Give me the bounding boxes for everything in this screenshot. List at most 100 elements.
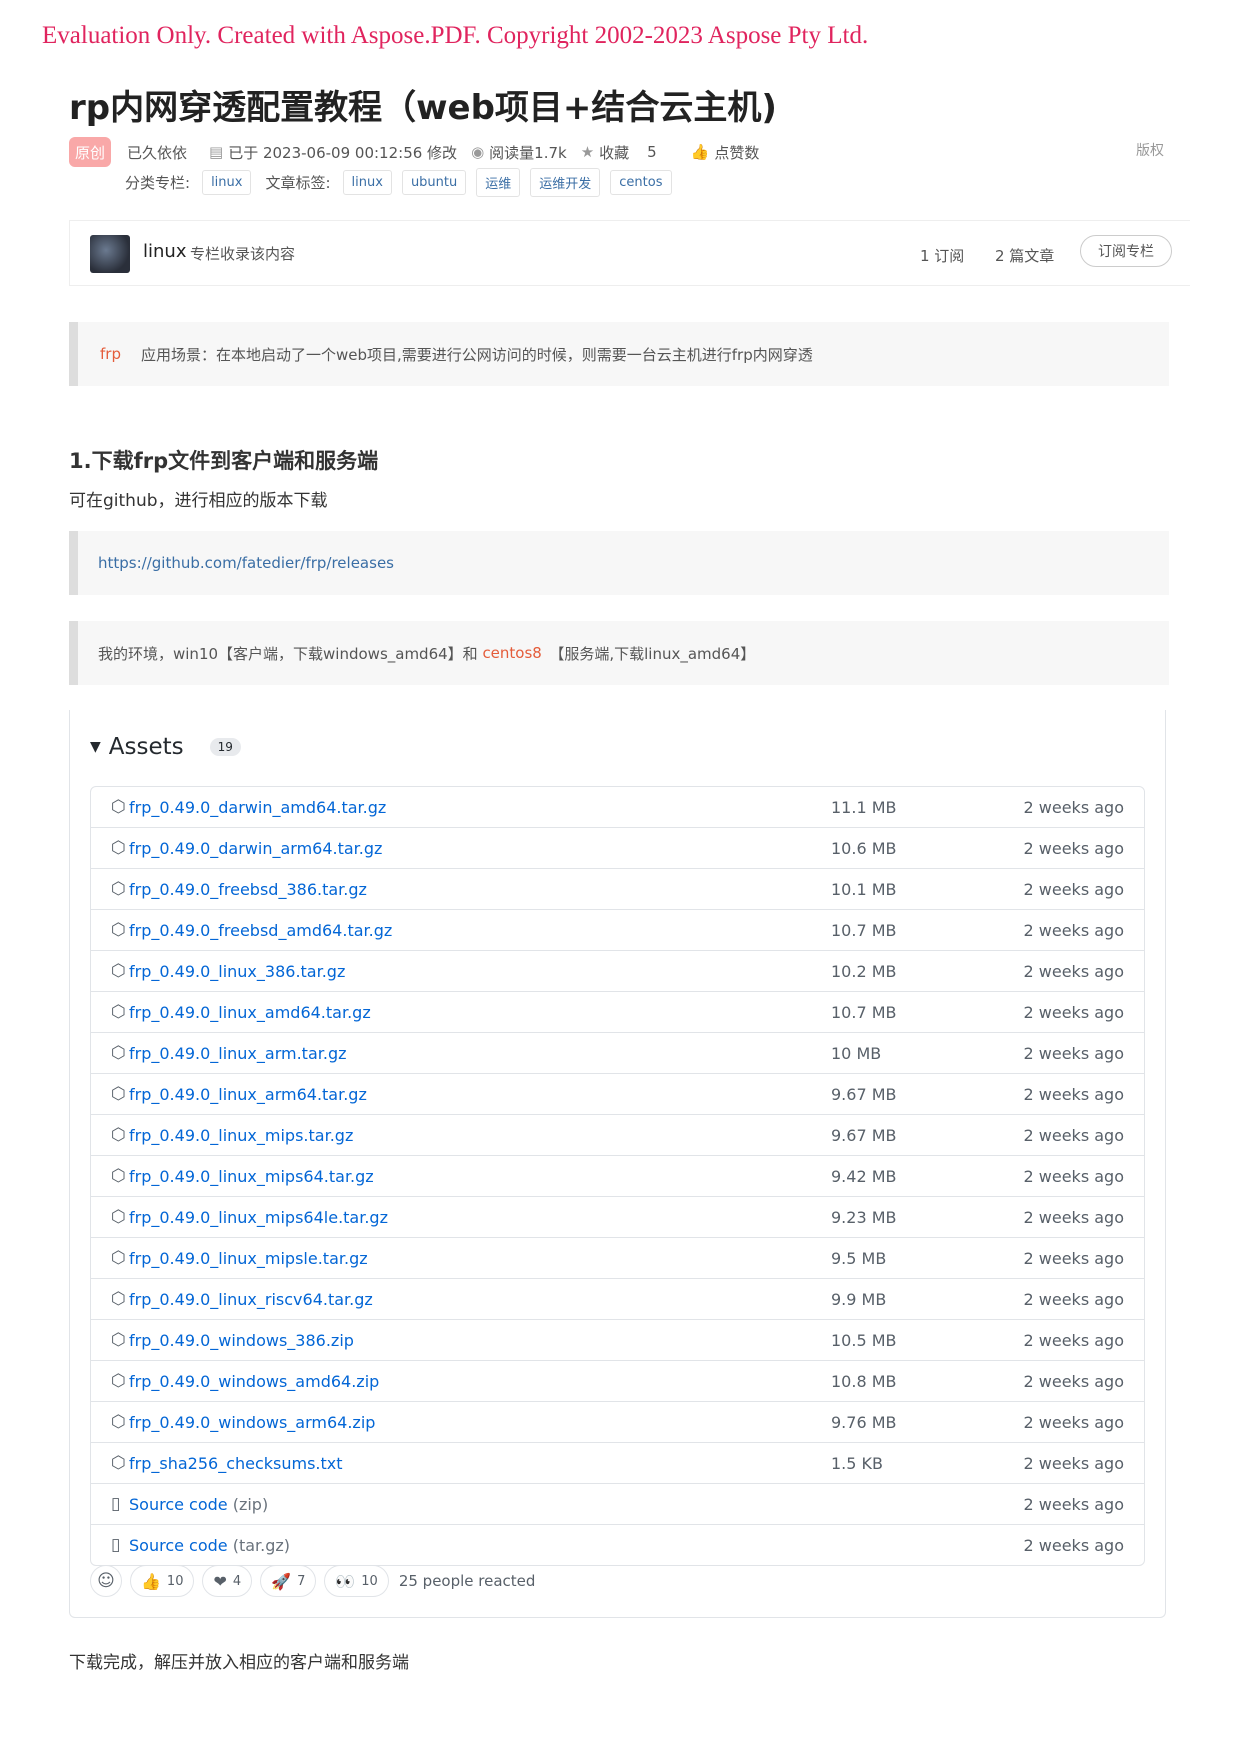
asset-row: ⬡ frp_0.49.0_linux_arm64.tar.gz 9.67 MB 2 w… <box>91 1074 1144 1115</box>
read-count: ◉ 阅读量1.7k <box>471 142 567 163</box>
package-icon: ⬡ <box>111 1043 126 1063</box>
package-icon: ⬡ <box>111 1207 126 1227</box>
column-articles: 2 篇文章 <box>995 247 1055 265</box>
column-name[interactable]: linux <box>143 241 186 262</box>
asset-file-link[interactable]: frp_sha256_checksums.txt <box>129 1454 343 1473</box>
category-tag[interactable]: linux <box>202 170 252 195</box>
asset-date: 2 weeks ago <box>1023 1167 1124 1186</box>
env-text-after: 【服务端,下载linux_amd64】 <box>541 644 756 663</box>
favorite-label: 收藏 <box>599 143 630 162</box>
asset-size: 9.67 MB <box>831 1126 897 1145</box>
asset-size: 10.1 MB <box>831 880 897 899</box>
env-centos-highlight: centos8 <box>482 644 542 662</box>
reaction-button[interactable]: 👍 10 <box>130 1565 195 1597</box>
source-code-ext: (zip) <box>232 1495 269 1514</box>
env-text-before: 我的环境，win10【客户端，下载windows_amd64】和 <box>98 644 483 663</box>
asset-file-link[interactable]: frp_0.49.0_freebsd_amd64.tar.gz <box>129 921 392 940</box>
asset-file-link[interactable]: frp_0.49.0_linux_arm.tar.gz <box>129 1044 347 1063</box>
package-icon: ⬡ <box>111 1453 126 1473</box>
assets-screenshot: ▼ Assets 19 ⬡ frp_0.49.0_darwin_amd64.tar… <box>69 710 1166 1618</box>
asset-size: 9.5 MB <box>831 1249 887 1268</box>
environment-quote: 我的环境，win10【客户端，下载windows_amd64】和 centos8… <box>69 621 1169 685</box>
tag-ops[interactable]: 运维 <box>476 168 521 197</box>
add-reaction-button[interactable]: ☺ <box>90 1565 122 1597</box>
like-button[interactable]: 👍 点赞数 <box>691 142 760 163</box>
favorite-count: 5 <box>647 143 657 161</box>
asset-size: 9.67 MB <box>831 1085 897 1104</box>
tag-centos[interactable]: centos <box>610 170 672 195</box>
reaction-count: 10 <box>361 1573 378 1589</box>
subscribe-column-button[interactable]: 订阅专栏 <box>1080 235 1172 267</box>
tag-ubuntu[interactable]: ubuntu <box>401 170 467 195</box>
asset-file-link[interactable]: frp_0.49.0_linux_mips64.tar.gz <box>129 1167 374 1186</box>
asset-date: 2 weeks ago <box>1023 921 1124 940</box>
asset-file-link[interactable]: frp_0.49.0_windows_amd64.zip <box>129 1372 379 1391</box>
eyes-icon: 👀 <box>335 1571 356 1591</box>
asset-date: 2 weeks ago <box>1023 1085 1124 1104</box>
package-icon: ⬡ <box>111 1125 126 1145</box>
asset-file-link[interactable]: frp_0.49.0_darwin_arm64.tar.gz <box>129 839 382 858</box>
package-icon: ⬡ <box>111 1330 126 1350</box>
asset-file-link[interactable]: frp_0.49.0_windows_arm64.zip <box>129 1413 375 1432</box>
article-tags: 分类专栏: linux 文章标签: linux ubuntu 运维 运维开发 c… <box>125 168 682 197</box>
source-code-label: Source code <box>129 1536 228 1555</box>
source-code-link[interactable]: Source code (tar.gz) <box>129 1536 290 1555</box>
column-avatar[interactable] <box>90 235 130 273</box>
reactions-bar: ☺ 👍 10 ❤ 4 🚀 7 👀 10 25 people reacted <box>90 1565 535 1597</box>
asset-file-link[interactable]: frp_0.49.0_darwin_amd64.tar.gz <box>129 798 386 817</box>
scenario-quote: frp 应用场景：在本地启动了一个web项目,需要进行公网访问的时候，则需要一台… <box>69 322 1169 386</box>
asset-file-link[interactable]: frp_0.49.0_linux_amd64.tar.gz <box>129 1003 371 1022</box>
reaction-button[interactable]: 🚀 7 <box>260 1565 317 1597</box>
author-name[interactable]: 已久依依 <box>127 142 187 163</box>
asset-row: ⬡ frp_0.49.0_windows_amd64.zip 10.8 MB 2 we… <box>91 1361 1144 1402</box>
source-code-link[interactable]: Source code (zip) <box>129 1495 268 1514</box>
page-title: rp内网穿透配置教程（web项目+结合云主机) <box>69 88 777 128</box>
asset-row: ⬡ frp_0.49.0_darwin_amd64.tar.gz 11.1 MB 2 … <box>91 787 1144 828</box>
caret-down-icon: ▼ <box>90 739 101 755</box>
source-row: ▯ Source code (zip) 2 weeks ago <box>91 1484 1144 1525</box>
asset-file-link[interactable]: frp_0.49.0_linux_386.tar.gz <box>129 962 345 981</box>
asset-size: 9.76 MB <box>831 1413 897 1432</box>
reaction-count: 7 <box>297 1573 306 1589</box>
asset-file-link[interactable]: frp_0.49.0_linux_mipsle.tar.gz <box>129 1249 368 1268</box>
package-icon: ⬡ <box>111 1002 126 1022</box>
asset-date: 2 weeks ago <box>1023 1413 1124 1432</box>
package-icon: ⬡ <box>111 1289 126 1309</box>
asset-date: 2 weeks ago <box>1023 1536 1124 1555</box>
scenario-text: 应用场景：在本地启动了一个web项目,需要进行公网访问的时候，则需要一台云主机进… <box>140 345 813 364</box>
thumbs-up-icon: 👍 <box>141 1571 161 1591</box>
calendar-icon: ▤ <box>209 143 224 161</box>
asset-file-link[interactable]: frp_0.49.0_linux_arm64.tar.gz <box>129 1085 367 1104</box>
watermark: Evaluation Only. Created with Aspose.PDF… <box>42 22 869 49</box>
asset-file-link[interactable]: frp_0.49.0_windows_386.zip <box>129 1331 354 1350</box>
assets-title: Assets <box>108 734 184 760</box>
reaction-button[interactable]: 👀 10 <box>324 1565 389 1597</box>
asset-size: 10.6 MB <box>831 839 897 858</box>
package-icon: ⬡ <box>111 879 126 899</box>
asset-file-link[interactable]: frp_0.49.0_freebsd_386.tar.gz <box>129 880 367 899</box>
asset-file-link[interactable]: frp_0.49.0_linux_riscv64.tar.gz <box>129 1290 373 1309</box>
asset-size: 9.23 MB <box>831 1208 897 1227</box>
thumbs-up-icon: 👍 <box>690 143 710 161</box>
asset-row: ⬡ frp_0.49.0_windows_arm64.zip 9.76 MB 2 we… <box>91 1402 1144 1443</box>
favorite-button[interactable]: ★ 收藏 5 <box>581 142 657 163</box>
asset-size: 1.5 KB <box>831 1454 883 1473</box>
copyright-link[interactable]: 版权 <box>1136 140 1164 160</box>
asset-size: 10.5 MB <box>831 1331 897 1350</box>
asset-date: 2 weeks ago <box>1023 880 1124 899</box>
asset-date: 2 weeks ago <box>1023 1044 1124 1063</box>
original-badge: 原创 <box>69 137 111 167</box>
read-text: 阅读量1.7k <box>489 143 567 162</box>
asset-file-link[interactable]: frp_0.49.0_linux_mips.tar.gz <box>129 1126 353 1145</box>
github-releases-link[interactable]: https://github.com/fatedier/frp/releases <box>98 554 394 572</box>
asset-date: 2 weeks ago <box>1023 798 1124 817</box>
asset-file-link[interactable]: frp_0.49.0_linux_mips64le.tar.gz <box>129 1208 388 1227</box>
tag-linux[interactable]: linux <box>342 170 392 195</box>
asset-row: ⬡ frp_0.49.0_linux_386.tar.gz 10.2 MB 2 wee… <box>91 951 1144 992</box>
tag-devops[interactable]: 运维开发 <box>530 168 601 197</box>
assets-header[interactable]: ▼ Assets 19 <box>90 734 241 760</box>
asset-date: 2 weeks ago <box>1023 1003 1124 1022</box>
asset-date: 2 weeks ago <box>1023 1495 1124 1514</box>
reaction-button[interactable]: ❤ 4 <box>202 1565 253 1597</box>
asset-size: 10.2 MB <box>831 962 897 981</box>
